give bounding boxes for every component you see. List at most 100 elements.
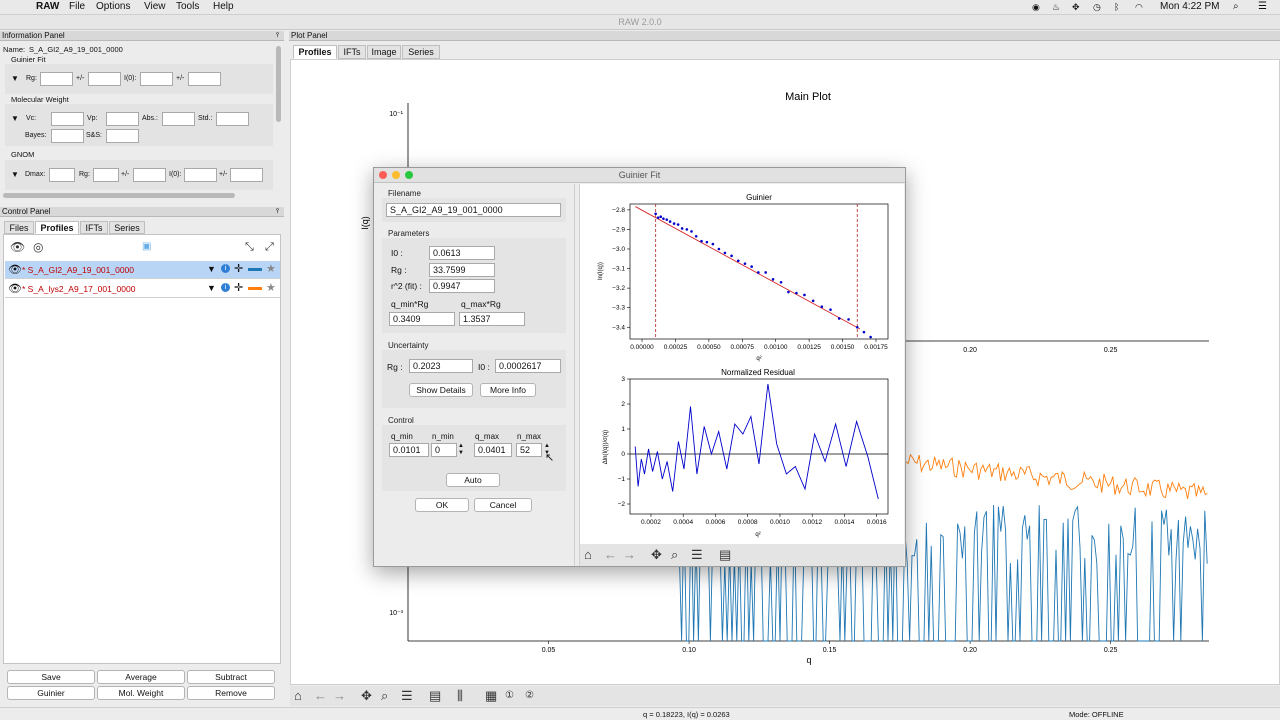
i0-field[interactable]: 0.0613: [429, 246, 495, 260]
time-machine-icon[interactable]: ◷: [1093, 1, 1101, 13]
two-plot-icon[interactable]: ②: [525, 689, 534, 703]
zoom-icon[interactable]: ⌕: [381, 689, 388, 703]
dropdown-icon[interactable]: ▼: [207, 283, 216, 293]
nmin-field[interactable]: 0: [431, 443, 457, 457]
star-icon[interactable]: ★: [266, 262, 276, 275]
move-icon[interactable]: ✛: [234, 262, 243, 275]
unc-i0-field[interactable]: 0.0002617: [495, 359, 561, 373]
one-plot-icon[interactable]: ①: [505, 689, 514, 703]
qmaxrg-field[interactable]: 1.3537: [459, 312, 525, 326]
collapse-icon[interactable]: ⤡: [245, 240, 254, 254]
tab-series[interactable]: Series: [109, 221, 145, 234]
mol-weight-button[interactable]: Mol. Weight: [97, 686, 185, 700]
dropbox-icon[interactable]: ✥: [1072, 1, 1080, 13]
more-info-button[interactable]: More Info: [480, 383, 536, 397]
tab-image[interactable]: Image: [367, 45, 401, 59]
errorbar-icon[interactable]: ⫼: [457, 689, 463, 703]
vp-field[interactable]: [106, 112, 139, 126]
app-menu[interactable]: RAW: [36, 1, 59, 13]
ok-button[interactable]: OK: [415, 498, 469, 512]
disclosure-icon[interactable]: ▼: [11, 74, 19, 83]
qminrg-field[interactable]: 0.3409: [389, 312, 455, 326]
pin-icon[interactable]: ⫯: [276, 31, 279, 40]
i0-err-field[interactable]: [188, 72, 221, 86]
horizontal-scrollbar[interactable]: [3, 193, 235, 198]
guinier-button[interactable]: Guinier: [7, 686, 95, 700]
visible-icon[interactable]: 👁: [8, 282, 22, 295]
menu-file[interactable]: File: [69, 1, 85, 13]
pin-icon[interactable]: ⫯: [276, 207, 279, 216]
rg-err-field[interactable]: [88, 72, 121, 86]
line-color-swatch[interactable]: [248, 287, 262, 290]
disclosure-icon[interactable]: ▼: [11, 170, 19, 179]
auto-button[interactable]: Auto: [446, 473, 500, 487]
remove-button[interactable]: Remove: [187, 686, 275, 700]
pan-icon[interactable]: ✥: [651, 548, 662, 562]
unc-rg-field[interactable]: 0.2023: [409, 359, 473, 373]
menu-options[interactable]: Options: [96, 1, 130, 13]
cancel-button[interactable]: Cancel: [474, 498, 532, 512]
menu-help[interactable]: Help: [213, 1, 234, 13]
tab-profiles[interactable]: Profiles: [35, 221, 79, 234]
show-details-button[interactable]: Show Details: [409, 383, 473, 397]
layout-icon[interactable]: ▦: [485, 689, 497, 703]
menu-list-icon[interactable]: ☰: [1258, 1, 1267, 13]
select-all-icon[interactable]: ▣: [142, 240, 151, 254]
hide-all-icon[interactable]: ◎: [33, 240, 43, 254]
forward-icon[interactable]: →: [333, 689, 346, 703]
record-icon[interactable]: ◉: [1032, 1, 1040, 13]
tab-ifts[interactable]: IFTs: [80, 221, 108, 234]
rg-field[interactable]: [40, 72, 73, 86]
info-icon[interactable]: i: [221, 264, 230, 273]
forward-icon[interactable]: →: [623, 548, 636, 562]
gnom-i0-err-field[interactable]: [230, 168, 263, 182]
tab-profiles[interactable]: Profiles: [293, 45, 337, 59]
tab-ifts[interactable]: IFTs: [338, 45, 366, 59]
qmax-field[interactable]: 0.0401: [474, 443, 512, 457]
visible-icon[interactable]: 👁: [8, 263, 22, 276]
i0-field[interactable]: [140, 72, 173, 86]
rg-field[interactable]: 33.7599: [429, 263, 495, 277]
show-all-icon[interactable]: 👁: [10, 240, 25, 254]
clock[interactable]: Mon 4:22 PM: [1160, 1, 1219, 13]
wifi-icon[interactable]: ◠: [1135, 1, 1143, 13]
dmax-field[interactable]: [49, 168, 75, 182]
profile-row[interactable]: 👁 * S_A_GI2_A9_19_001_0000 ▼ i ✛ ★: [5, 261, 280, 279]
home-icon[interactable]: ⌂: [294, 689, 302, 703]
save-button[interactable]: Save: [7, 670, 95, 684]
pan-icon[interactable]: ✥: [361, 689, 372, 703]
menu-tools[interactable]: Tools: [176, 1, 199, 13]
filename-field[interactable]: S_A_GI2_A9_19_001_0000: [386, 203, 561, 217]
tab-series[interactable]: Series: [402, 45, 440, 59]
std-field[interactable]: [216, 112, 249, 126]
nmin-stepper-icon[interactable]: ▲ ▼: [458, 443, 464, 457]
configure-icon[interactable]: ☰: [401, 689, 413, 703]
gnom-rg-err-field[interactable]: [133, 168, 166, 182]
configure-icon[interactable]: ☰: [691, 548, 703, 562]
home-icon[interactable]: ⌂: [584, 548, 592, 562]
tab-files[interactable]: Files: [4, 221, 34, 234]
info-icon[interactable]: i: [221, 283, 230, 292]
line-color-swatch[interactable]: [248, 268, 262, 271]
star-icon[interactable]: ★: [266, 281, 276, 294]
r2-field[interactable]: 0.9947: [429, 279, 495, 293]
dialog-plot-canvas[interactable]: Guinier −2.8 −2.9 −3.0 −3.1 −3.2 −3.3 −3.4 0.0…: [580, 184, 904, 544]
expand-icon[interactable]: ⤢: [265, 240, 274, 254]
ss-field[interactable]: [106, 129, 139, 143]
nmax-field[interactable]: 52: [516, 443, 542, 457]
profile-row[interactable]: 👁 * S_A_lys2_A9_17_001_0000 ▼ i ✛ ★: [5, 280, 280, 298]
gnom-rg-field[interactable]: [93, 168, 119, 182]
bayes-field[interactable]: [51, 129, 84, 143]
zoom-icon[interactable]: ⌕: [671, 548, 678, 562]
spotlight-icon[interactable]: ⌕: [1233, 1, 1239, 13]
qmin-field[interactable]: 0.0101: [389, 443, 429, 457]
dialog-plots[interactable]: Guinier −2.8 −2.9 −3.0 −3.1 −3.2 −3.3 −3.4 0.0…: [580, 184, 904, 544]
vertical-scrollbar[interactable]: [276, 46, 281, 122]
save-figure-icon[interactable]: ▤: [719, 548, 731, 562]
back-icon[interactable]: ←: [314, 689, 327, 703]
subtract-button[interactable]: Subtract: [187, 670, 275, 684]
bluetooth-icon[interactable]: ᛒ: [1114, 1, 1119, 13]
disclosure-icon[interactable]: ▼: [11, 114, 19, 123]
menu-view[interactable]: View: [144, 1, 166, 13]
vc-field[interactable]: [51, 112, 84, 126]
